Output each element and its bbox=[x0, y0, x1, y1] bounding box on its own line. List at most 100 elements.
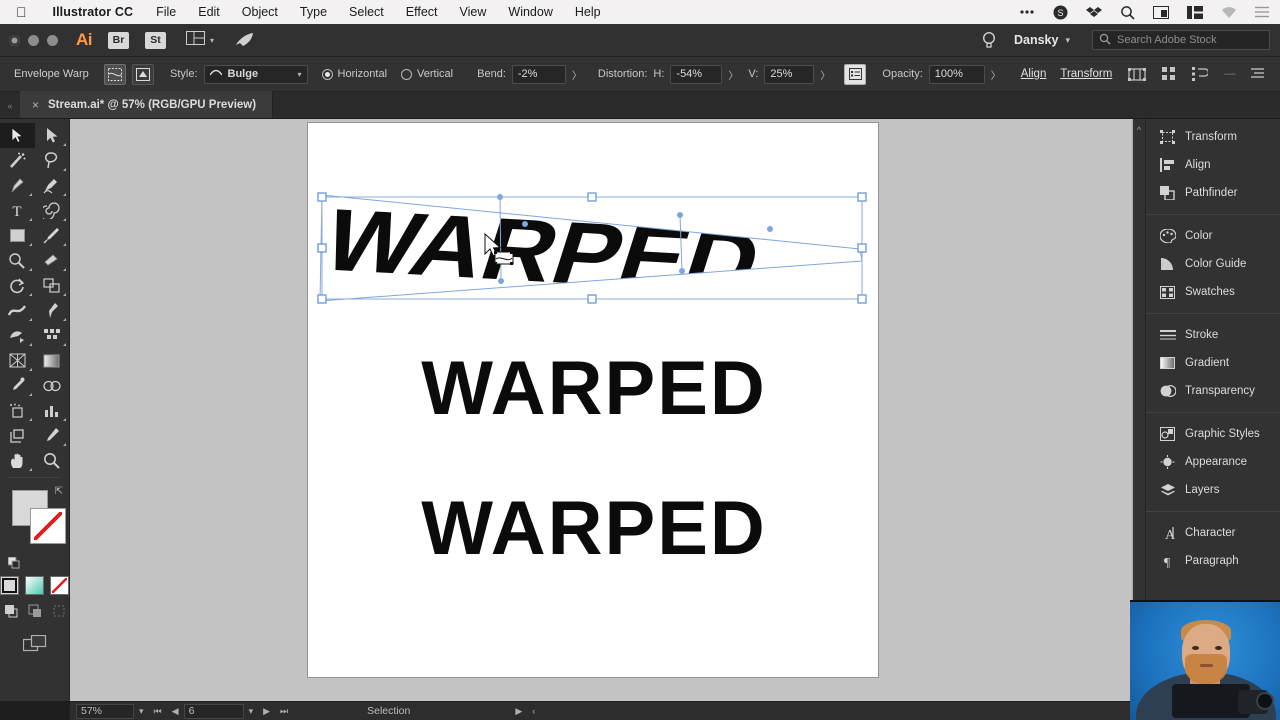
gradient-button[interactable] bbox=[25, 576, 44, 595]
symbol-sprayer-tool[interactable] bbox=[0, 398, 35, 423]
chevron-down-icon[interactable]: ▾ bbox=[244, 706, 259, 717]
list-icon[interactable] bbox=[1246, 6, 1280, 18]
prev-artboard-icon[interactable]: ◀ bbox=[167, 706, 184, 717]
panel-transparency[interactable]: Transparency bbox=[1146, 377, 1280, 405]
menu-edit[interactable]: Edit bbox=[187, 5, 231, 19]
eraser-tool[interactable] bbox=[35, 248, 70, 273]
gradient-tool[interactable] bbox=[35, 348, 70, 373]
options-list-icon[interactable] bbox=[844, 63, 867, 85]
distortion-v-stepper[interactable]: 〉 bbox=[814, 67, 836, 82]
opacity-stepper[interactable]: 〉 bbox=[985, 67, 1007, 82]
chevron-down-icon[interactable]: ▾ bbox=[1065, 35, 1070, 46]
color-button[interactable] bbox=[0, 576, 19, 595]
direct-selection-tool[interactable] bbox=[35, 123, 70, 148]
shaper-tool[interactable] bbox=[0, 248, 35, 273]
stock-button[interactable]: St bbox=[145, 31, 166, 49]
free-transform-tool[interactable] bbox=[0, 323, 35, 348]
ellipsis-icon[interactable] bbox=[1010, 9, 1044, 15]
panel-menu-icon[interactable] bbox=[1251, 68, 1265, 80]
distortion-h-input[interactable]: -54% bbox=[670, 64, 723, 84]
next-artboard-icon[interactable]: ▶ bbox=[258, 706, 275, 717]
panel-layers[interactable]: Layers bbox=[1146, 476, 1280, 504]
scale-tool[interactable] bbox=[35, 273, 70, 298]
rocket-icon[interactable] bbox=[234, 32, 254, 48]
lasso-tool[interactable] bbox=[35, 148, 70, 173]
maximize-window-button[interactable] bbox=[47, 34, 58, 46]
blend-tool[interactable] bbox=[35, 373, 70, 398]
distortion-h-stepper[interactable]: 〉 bbox=[722, 67, 744, 82]
pen-tool[interactable] bbox=[0, 173, 35, 198]
collapse-icon[interactable]: « bbox=[0, 101, 20, 118]
canvas-area[interactable]: WARPED WARPED WARPED bbox=[70, 119, 1145, 701]
panel-paragraph[interactable]: ¶ Paragraph bbox=[1146, 547, 1280, 575]
search-input[interactable]: Search Adobe Stock bbox=[1092, 30, 1270, 50]
warp-style-dropdown[interactable]: Bulge ▾ bbox=[203, 64, 308, 84]
skype-icon[interactable]: S bbox=[1044, 5, 1077, 20]
menu-help[interactable]: Help bbox=[564, 5, 612, 19]
zoom-tool[interactable] bbox=[35, 448, 70, 473]
panel-pathfinder[interactable]: Pathfinder bbox=[1146, 179, 1280, 207]
lightbulb-icon[interactable] bbox=[982, 31, 1014, 49]
panel-appearance[interactable]: Appearance bbox=[1146, 448, 1280, 476]
menu-object[interactable]: Object bbox=[231, 5, 289, 19]
menu-effect[interactable]: Effect bbox=[395, 5, 449, 19]
document-tab[interactable]: × Stream.ai* @ 57% (RGB/GPU Preview) bbox=[20, 91, 274, 118]
opacity-input[interactable]: 100% bbox=[928, 64, 985, 84]
screen-mode-icon[interactable] bbox=[0, 635, 69, 652]
artboard-tool[interactable] bbox=[0, 423, 35, 448]
panel-swatches[interactable]: Swatches bbox=[1146, 278, 1280, 306]
draw-behind-icon[interactable] bbox=[28, 604, 42, 623]
default-fill-stroke-icon[interactable] bbox=[7, 556, 20, 569]
menu-view[interactable]: View bbox=[449, 5, 498, 19]
magic-wand-tool[interactable] bbox=[0, 148, 35, 173]
panel-color-guide[interactable]: Color Guide bbox=[1146, 250, 1280, 278]
none-button[interactable] bbox=[50, 576, 69, 595]
close-icon[interactable]: × bbox=[32, 98, 39, 112]
orientation-horizontal-radio[interactable]: Horizontal bbox=[321, 68, 387, 80]
search-icon[interactable] bbox=[1111, 5, 1144, 20]
orientation-vertical-radio[interactable]: Vertical bbox=[401, 68, 453, 80]
envelope-mesh-icon[interactable] bbox=[104, 63, 126, 85]
perspective-grid-tool[interactable] bbox=[0, 348, 35, 373]
panel-gradient[interactable]: Gradient bbox=[1146, 349, 1280, 377]
menu-app-name[interactable]: Illustrator CC bbox=[41, 5, 146, 19]
selection-overlay[interactable]: WARPED bbox=[70, 119, 1145, 701]
panel-align[interactable]: Align bbox=[1146, 151, 1280, 179]
chevron-down-icon[interactable]: ▾ bbox=[134, 706, 149, 717]
column-graph-tool[interactable] bbox=[35, 398, 70, 423]
bridge-button[interactable]: Br bbox=[108, 31, 129, 49]
apple-icon[interactable]:  bbox=[0, 5, 41, 19]
arrange-documents-button[interactable]: ▾ bbox=[186, 30, 214, 50]
chevron-up-icon[interactable]: ^ bbox=[1133, 119, 1145, 135]
hand-tool[interactable] bbox=[0, 448, 35, 473]
workspace-switcher[interactable]: Dansky bbox=[1014, 33, 1058, 47]
shape-builder-tool[interactable] bbox=[35, 323, 70, 348]
paintbrush-tool[interactable] bbox=[35, 223, 70, 248]
align-panel-link[interactable]: Align bbox=[1021, 68, 1047, 80]
puppet-warp-tool[interactable] bbox=[35, 298, 70, 323]
h-scroll-icon[interactable]: ‹ bbox=[527, 706, 540, 716]
close-window-button[interactable] bbox=[9, 34, 20, 46]
rotate-tool[interactable] bbox=[0, 273, 35, 298]
menu-type[interactable]: Type bbox=[289, 5, 338, 19]
status-menu-icon[interactable]: ▶ bbox=[510, 706, 527, 717]
stroke-swatch[interactable] bbox=[30, 508, 66, 544]
swap-fill-stroke-icon[interactable]: ⇱ bbox=[55, 486, 63, 497]
arrange-grid-icon[interactable] bbox=[1162, 67, 1176, 81]
zoom-level-input[interactable]: 57% bbox=[76, 703, 134, 719]
menu-select[interactable]: Select bbox=[338, 5, 395, 19]
menu-file[interactable]: File bbox=[145, 5, 187, 19]
bend-stepper[interactable]: 〉 bbox=[566, 67, 588, 82]
draw-normal-icon[interactable] bbox=[4, 604, 18, 623]
type-tool[interactable]: T bbox=[0, 198, 35, 223]
width-tool[interactable] bbox=[0, 298, 35, 323]
distribute-icon[interactable] bbox=[1192, 67, 1209, 81]
minimize-window-button[interactable] bbox=[28, 34, 39, 46]
selection-tool[interactable] bbox=[0, 123, 35, 148]
eyedropper-tool[interactable] bbox=[0, 373, 35, 398]
last-artboard-icon[interactable]: ⏭ bbox=[275, 706, 293, 717]
isolate-selection-icon[interactable] bbox=[1128, 67, 1147, 82]
rectangle-tool[interactable] bbox=[0, 223, 35, 248]
line-segment-tool[interactable] bbox=[35, 198, 70, 223]
panel-transform[interactable]: Transform bbox=[1146, 123, 1280, 151]
